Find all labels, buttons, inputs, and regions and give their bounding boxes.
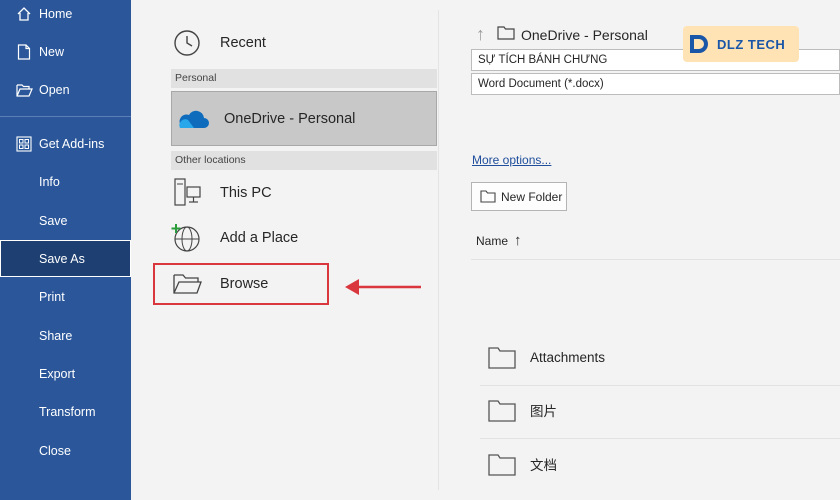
panel-divider	[438, 10, 439, 490]
nav-get-addins[interactable]: Get Add-ins	[0, 126, 131, 162]
nav-share-label: Share	[39, 329, 73, 343]
sort-ascending-icon: ↑	[514, 232, 522, 249]
path-label[interactable]: OneDrive - Personal	[521, 27, 648, 43]
row-divider	[480, 385, 840, 386]
section-header-other-locations: Other locations	[171, 151, 437, 170]
home-icon	[15, 5, 33, 23]
nav-export-label: Export	[39, 367, 76, 381]
nav-export[interactable]: Export	[0, 356, 131, 392]
watermark-text: DLZ TECH	[717, 36, 786, 52]
folder-row[interactable]: 文档	[488, 452, 840, 476]
new-document-icon	[15, 43, 33, 61]
nav-save-as[interactable]: Save As	[0, 240, 131, 277]
onedrive-cloud-icon	[176, 108, 210, 130]
watermark-logo: DLZ TECH	[683, 26, 799, 62]
nav-transform[interactable]: Transform	[0, 394, 131, 430]
nav-save[interactable]: Save	[0, 203, 131, 239]
name-column-header[interactable]: Name ↑	[476, 232, 522, 249]
more-options-link[interactable]: More options...	[472, 153, 551, 167]
section-header-personal: Personal	[171, 69, 437, 88]
new-folder-button[interactable]: New Folder	[471, 182, 567, 211]
folder-row[interactable]: Attachments	[488, 345, 840, 369]
locations-panel: Recent Personal OneDrive - Personal Othe…	[131, 0, 441, 500]
folder-icon	[488, 345, 516, 369]
header-divider	[471, 259, 840, 260]
annotation-arrow-icon	[345, 279, 421, 295]
nav-close-label: Close	[39, 444, 71, 458]
backstage-nav: Home New Open Get Add-ins Info Save Save…	[0, 0, 131, 500]
nav-info-label: Info	[39, 175, 60, 189]
name-column-label: Name	[476, 233, 509, 248]
nav-new-label: New	[39, 45, 65, 59]
folder-open-icon	[15, 81, 33, 99]
row-divider	[480, 438, 840, 439]
folder-row[interactable]: 图片	[488, 398, 840, 422]
folder-icon	[488, 398, 516, 422]
logo-mark-icon	[690, 35, 708, 53]
location-recent-label: Recent	[220, 35, 266, 51]
folder-name: 图片	[530, 404, 557, 419]
folder-name: Attachments	[530, 349, 606, 365]
nav-open-label: Open	[39, 83, 70, 97]
location-this-pc[interactable]: This PC	[171, 177, 272, 209]
browse-highlight-box	[153, 263, 329, 305]
folder-icon	[497, 26, 515, 43]
location-onedrive-personal[interactable]: OneDrive - Personal	[171, 91, 437, 146]
path-breadcrumb: ↑ OneDrive - Personal	[476, 24, 648, 45]
location-add-a-place-label: Add a Place	[220, 230, 299, 246]
file-pane: ↑ OneDrive - Personal SỰ TÍCH BÁNH CHƯNG…	[440, 0, 840, 500]
nav-info[interactable]: Info	[0, 164, 131, 200]
folder-name: 文档	[530, 458, 557, 473]
new-folder-icon	[480, 190, 496, 203]
nav-save-label: Save	[39, 214, 68, 228]
location-add-a-place[interactable]: Add a Place	[171, 222, 298, 254]
nav-get-addins-label: Get Add-ins	[39, 137, 105, 151]
computer-icon	[171, 177, 203, 209]
nav-open[interactable]: Open	[0, 72, 131, 108]
globe-add-icon	[171, 222, 203, 254]
new-folder-label: New Folder	[501, 189, 563, 204]
nav-share[interactable]: Share	[0, 318, 131, 354]
nav-home-label: Home	[39, 7, 73, 21]
file-type-select[interactable]: Word Document (*.docx)	[471, 73, 840, 95]
nav-transform-label: Transform	[39, 405, 96, 419]
nav-save-as-label: Save As	[39, 251, 85, 266]
nav-new[interactable]: New	[0, 34, 131, 70]
clock-icon	[171, 27, 203, 59]
nav-print[interactable]: Print	[0, 279, 131, 315]
nav-print-label: Print	[39, 290, 65, 304]
location-onedrive-label: OneDrive - Personal	[224, 110, 356, 127]
addins-grid-icon	[15, 135, 33, 153]
up-arrow-icon[interactable]: ↑	[476, 24, 485, 45]
folder-icon	[488, 452, 516, 476]
nav-separator	[0, 116, 131, 117]
nav-home[interactable]: Home	[0, 0, 131, 32]
nav-close[interactable]: Close	[0, 433, 131, 469]
location-this-pc-label: This PC	[220, 185, 272, 201]
location-recent[interactable]: Recent	[171, 27, 266, 59]
